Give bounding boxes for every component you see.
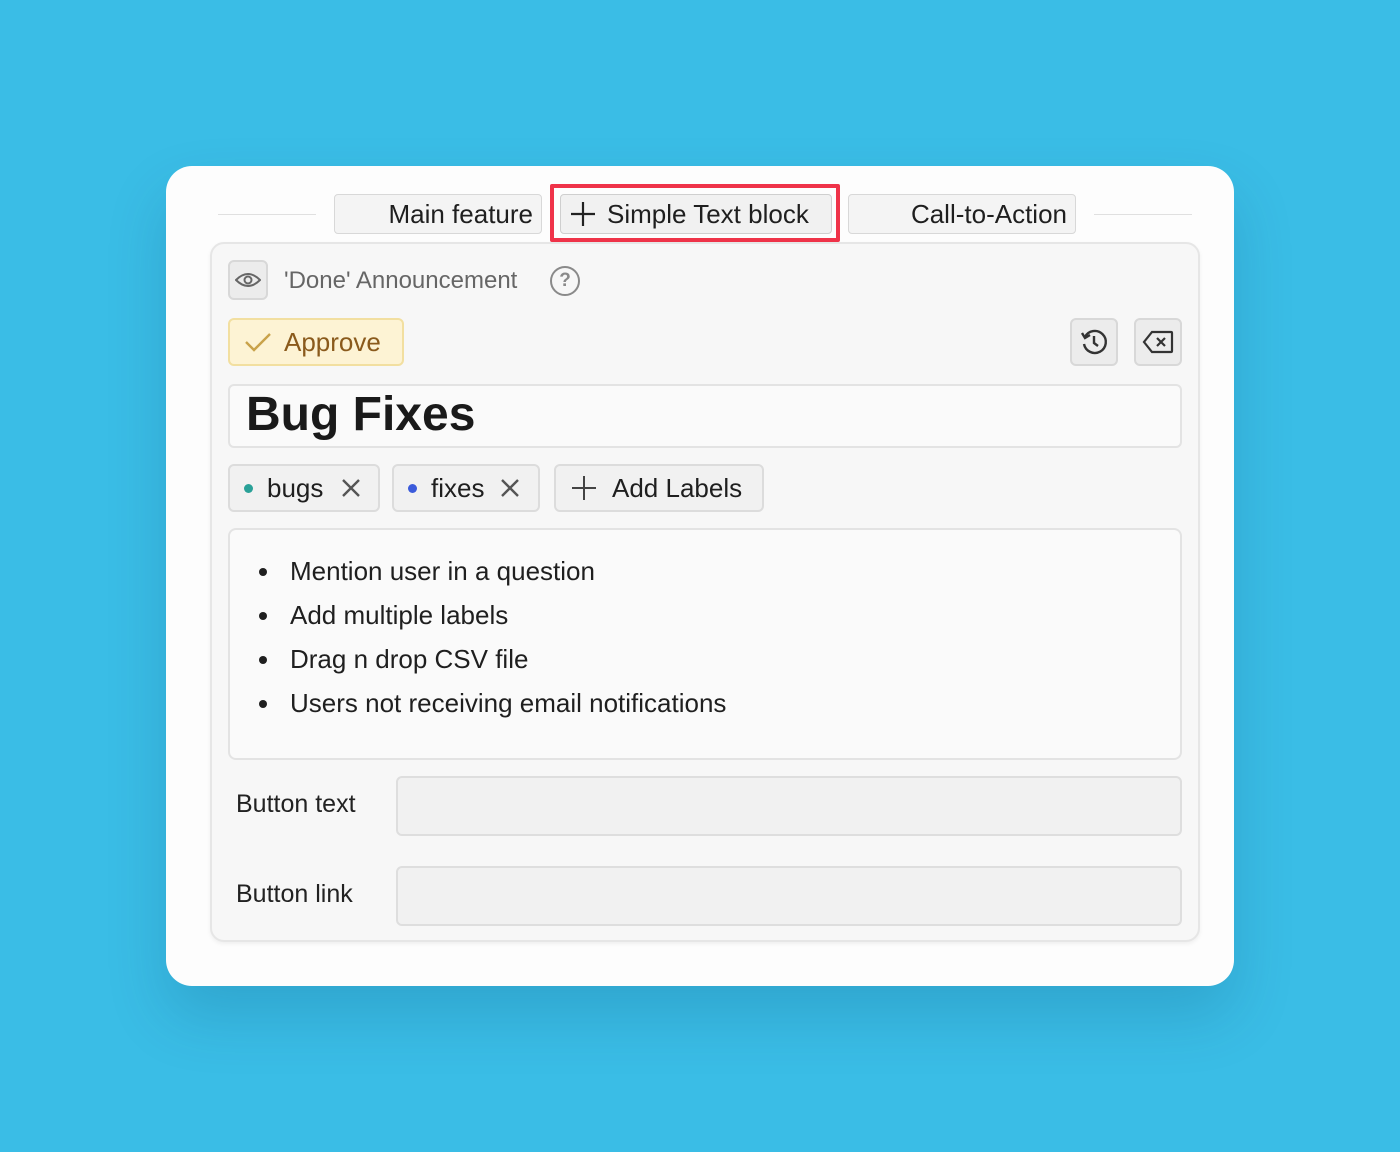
list-item: Drag n drop CSV file	[282, 642, 1180, 686]
heading-field[interactable]: Bug Fixes	[228, 384, 1182, 448]
block-title: 'Done' Announcement	[284, 267, 518, 294]
remove-label-bugs-icon[interactable]	[341, 478, 361, 498]
delete-button[interactable]	[1134, 318, 1182, 366]
add-labels-label: Add Labels	[612, 472, 743, 503]
label-chip-fixes: fixes	[392, 464, 540, 512]
label-color-dot	[408, 483, 417, 493]
block-tabs: Main feature Simple Text block Call-to-A…	[166, 194, 1234, 236]
tab-simple-text-block-label: Simple Text block	[607, 198, 809, 229]
label-name: bugs	[267, 472, 324, 503]
label-name: fixes	[431, 472, 485, 503]
tab-simple-text-block[interactable]: Simple Text block	[560, 194, 832, 234]
tab-divider-left	[218, 214, 316, 215]
list-item: Mention user in a question	[282, 554, 1180, 598]
tab-main-feature-label: Main feature	[388, 198, 533, 229]
list-item: Add multiple labels	[282, 598, 1180, 642]
backspace-icon	[1142, 330, 1174, 354]
tab-call-to-action[interactable]: Call-to-Action	[848, 194, 1076, 234]
button-text-label: Button text	[236, 790, 356, 818]
eye-icon	[235, 271, 261, 289]
remove-label-fixes-icon[interactable]	[500, 478, 520, 498]
text-block-panel: 'Done' Announcement ? Approve Bug Fixes …	[210, 242, 1200, 942]
button-link-input[interactable]	[396, 866, 1182, 926]
plus-icon	[569, 200, 597, 228]
history-button[interactable]	[1070, 318, 1118, 366]
editor-card: Main feature Simple Text block Call-to-A…	[166, 166, 1234, 986]
visibility-toggle[interactable]	[228, 260, 268, 300]
add-labels-button[interactable]: Add Labels	[554, 464, 764, 512]
body-editor[interactable]: Mention user in a question Add multiple …	[228, 528, 1182, 760]
button-text-input[interactable]	[396, 776, 1182, 836]
button-link-label: Button link	[236, 880, 353, 908]
plus-icon	[570, 474, 598, 502]
help-icon[interactable]: ?	[550, 266, 580, 296]
label-color-dot	[244, 483, 253, 493]
tab-main-feature[interactable]: Main feature	[334, 194, 542, 234]
approve-label: Approve	[284, 326, 381, 357]
approve-button[interactable]: Approve	[228, 318, 404, 366]
check-icon	[244, 331, 272, 353]
label-chip-bugs: bugs	[228, 464, 380, 512]
history-icon	[1080, 328, 1108, 356]
list-item: Users not receiving email notifications	[282, 686, 1180, 730]
tab-call-to-action-label: Call-to-Action	[910, 198, 1067, 229]
tab-divider-right	[1094, 214, 1192, 215]
bullet-list: Mention user in a question Add multiple …	[282, 554, 1180, 730]
